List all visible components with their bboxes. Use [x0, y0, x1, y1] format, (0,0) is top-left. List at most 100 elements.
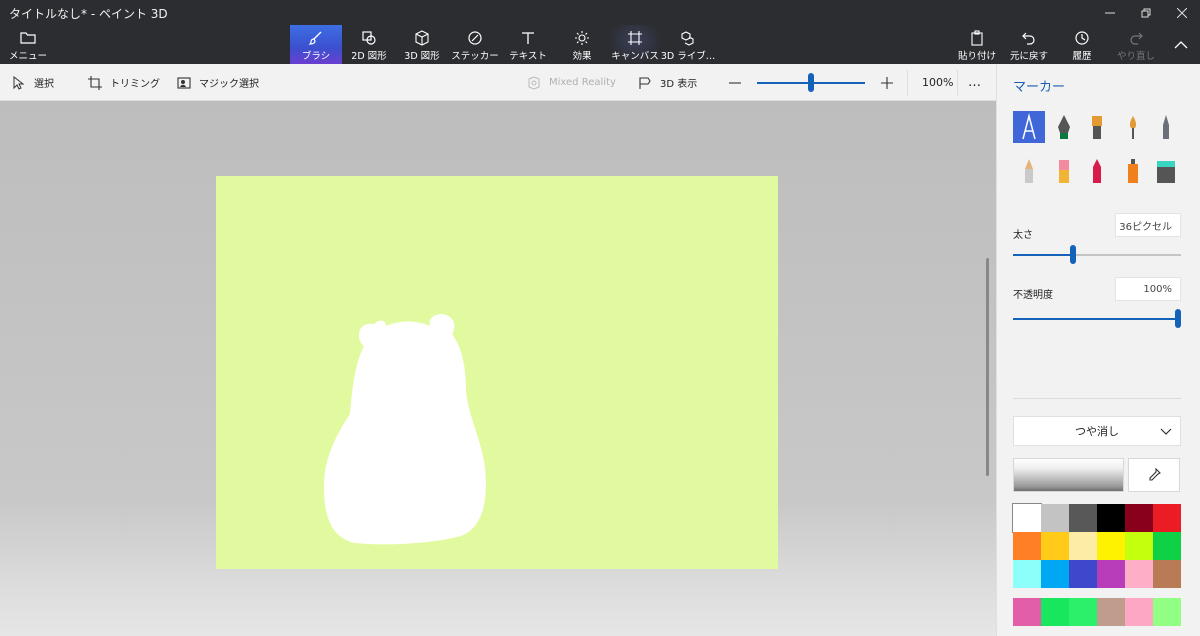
close-icon	[1177, 7, 1187, 18]
spray-can-icon	[1128, 159, 1138, 183]
tab-effects[interactable]: 効果	[560, 25, 604, 64]
tab-label: テキスト	[509, 51, 547, 62]
color-swatch[interactable]	[1069, 598, 1097, 626]
history-button[interactable]: 履歴	[1062, 25, 1102, 64]
fill-bucket-icon	[1157, 161, 1175, 183]
color-swatch[interactable]	[1125, 532, 1153, 560]
color-swatch[interactable]	[1041, 560, 1069, 588]
tab-stickers[interactable]: ステッカー	[450, 25, 500, 64]
tab-3d-shapes[interactable]: 3D 図形	[398, 25, 446, 64]
color-swatch[interactable]	[1013, 560, 1041, 588]
marker-icon	[1022, 113, 1036, 140]
color-swatch[interactable]	[1125, 504, 1153, 532]
tab-brushes[interactable]: ブラシ	[290, 25, 342, 64]
finish-dropdown[interactable]: つや消し	[1013, 416, 1181, 446]
close-button[interactable]	[1164, 0, 1200, 25]
color-swatch[interactable]	[1097, 532, 1125, 560]
color-swatch[interactable]	[1069, 532, 1097, 560]
3d-library-icon	[681, 31, 694, 46]
brush-eraser[interactable]	[1048, 155, 1080, 187]
color-swatch[interactable]	[1153, 504, 1181, 532]
color-swatch[interactable]	[1041, 598, 1069, 626]
mixed-reality-button[interactable]: Mixed Reality	[527, 64, 616, 101]
thickness-label: 太さ	[1013, 230, 1033, 241]
drawing-canvas[interactable]	[216, 176, 778, 569]
thickness-slider-fill[interactable]	[1013, 254, 1074, 256]
tab-3d-library[interactable]: 3D ライブ…	[661, 25, 715, 64]
color-swatch[interactable]	[1069, 504, 1097, 532]
collapse-ribbon-button[interactable]	[1168, 25, 1194, 64]
vertical-scrollbar[interactable]	[986, 258, 989, 476]
color-swatch[interactable]	[1097, 560, 1125, 588]
minimize-button[interactable]	[1092, 0, 1128, 25]
select-button[interactable]: 選択	[12, 64, 54, 101]
magic-select-button[interactable]: マジック選択	[177, 64, 259, 101]
magic-select-label: マジック選択	[199, 79, 259, 90]
zoom-out-button[interactable]	[728, 64, 750, 101]
color-swatch[interactable]	[1013, 598, 1041, 626]
restore-button[interactable]	[1128, 0, 1164, 25]
brush-pencil[interactable]	[1013, 155, 1045, 187]
tab-label: 2D 図形	[351, 51, 387, 62]
redo-button[interactable]: やり直し	[1114, 25, 1158, 64]
thickness-slider-thumb[interactable]	[1070, 245, 1077, 264]
menu-button[interactable]: メニュー	[8, 25, 48, 64]
color-swatch[interactable]	[1153, 532, 1181, 560]
zoom-percent[interactable]: 100%	[922, 64, 953, 101]
tab-canvas[interactable]: キャンバス	[608, 25, 662, 64]
paste-label: 貼り付け	[957, 51, 996, 62]
color-swatch[interactable]	[1153, 560, 1181, 588]
color-swatch[interactable]	[1013, 532, 1041, 560]
more-button[interactable]: …	[968, 64, 981, 101]
color-swatch[interactable]	[1013, 504, 1041, 532]
brush-calligraphy[interactable]	[1048, 111, 1080, 143]
zoom-in-button[interactable]	[880, 64, 902, 101]
brush-fill[interactable]	[1150, 155, 1182, 187]
history-icon	[1075, 31, 1089, 45]
bear-silhouette	[324, 314, 486, 545]
color-swatch[interactable]	[1125, 598, 1153, 626]
color-swatch[interactable]	[1153, 598, 1181, 626]
color-swatch[interactable]	[1041, 532, 1069, 560]
effects-icon	[575, 31, 589, 45]
undo-button[interactable]: 元に戻す	[1008, 25, 1050, 64]
toolbar-divider	[957, 70, 958, 96]
sticker-icon	[468, 31, 482, 45]
eyedropper-button[interactable]	[1128, 458, 1180, 492]
brush-spray-can[interactable]	[1117, 155, 1149, 187]
opacity-slider-thumb[interactable]	[1175, 309, 1181, 328]
menu-label: メニュー	[8, 51, 47, 62]
tab-label: ブラシ	[301, 51, 331, 62]
ribbon: メニュー ブラシ 2D 図形 3D 図形 ステッカー テキスト 効果 キャンバス…	[0, 25, 1200, 64]
paste-icon	[971, 30, 983, 46]
color-swatch[interactable]	[1097, 504, 1125, 532]
crop-label: トリミング	[110, 79, 160, 90]
tab-text[interactable]: テキスト	[506, 25, 550, 64]
thickness-value[interactable]: 36ピクセル	[1115, 213, 1181, 237]
restore-icon	[1141, 8, 1151, 17]
opacity-value[interactable]: 100%	[1115, 277, 1181, 301]
opacity-slider-fill[interactable]	[1013, 318, 1181, 320]
select-label: 選択	[34, 79, 54, 90]
tab-2d-shapes[interactable]: 2D 図形	[345, 25, 393, 64]
brush-watercolor[interactable]	[1117, 111, 1149, 143]
brush-oil[interactable]	[1081, 111, 1113, 143]
2d-shapes-icon	[362, 31, 376, 45]
paste-button[interactable]: 貼り付け	[956, 25, 998, 64]
minus-icon	[729, 81, 741, 84]
current-color-preview[interactable]	[1013, 458, 1124, 492]
color-swatch[interactable]	[1069, 560, 1097, 588]
color-swatch[interactable]	[1097, 598, 1125, 626]
color-swatch[interactable]	[1041, 504, 1069, 532]
brush-pixel[interactable]	[1150, 111, 1182, 143]
brush-marker[interactable]	[1013, 111, 1045, 143]
panel-title: マーカー	[1013, 80, 1066, 95]
tab-label: キャンバス	[611, 51, 659, 62]
mixed-reality-label: Mixed Reality	[549, 77, 616, 88]
view-3d-button[interactable]: 3D 表示	[638, 64, 697, 101]
brush-crayon[interactable]	[1081, 155, 1113, 187]
crop-button[interactable]: トリミング	[88, 64, 160, 101]
zoom-slider-thumb[interactable]	[808, 73, 814, 92]
thickness-slider-track[interactable]	[1073, 254, 1181, 256]
color-swatch[interactable]	[1125, 560, 1153, 588]
